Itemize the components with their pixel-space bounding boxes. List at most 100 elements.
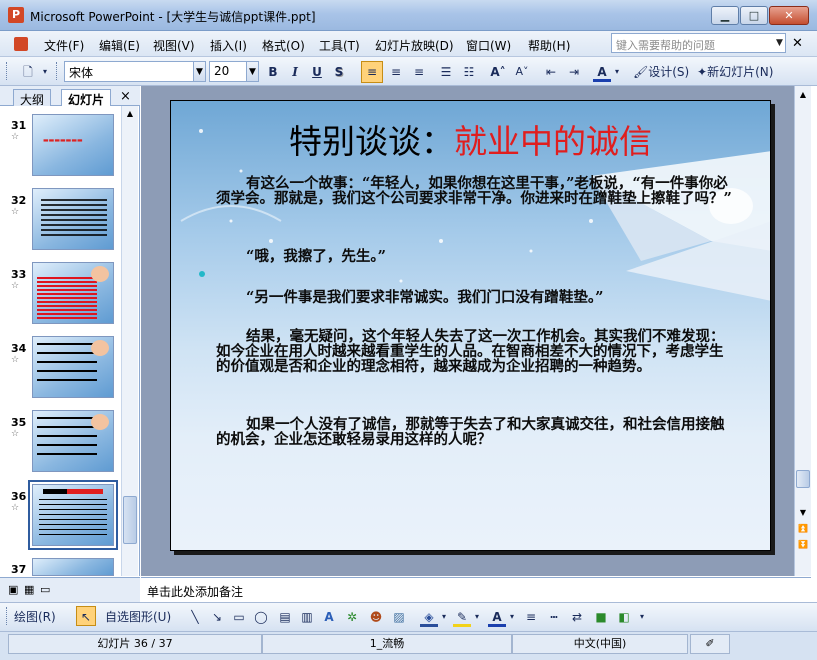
slide-paragraph[interactable]: 如果一个人没有了诚信，那就等于失去了和大家真诚交往，和社会信用接触的机会，企业怎…	[216, 417, 736, 447]
powerpoint-app-icon[interactable]: P	[8, 7, 24, 23]
menu-help[interactable]: 帮助(H)	[528, 37, 570, 54]
slide-title[interactable]: 特别谈谈：就业中的诚信	[171, 115, 770, 163]
slide-thumbnail[interactable]	[32, 188, 114, 250]
line-icon[interactable]: ╲	[186, 607, 204, 627]
slide-thumbnail-selected[interactable]	[28, 480, 118, 550]
picture-icon[interactable]: ▨	[390, 607, 408, 627]
autoshapes-button[interactable]: 自选图形(U)	[105, 607, 179, 627]
new-document-icon[interactable]: 🗋	[18, 62, 38, 82]
menu-view[interactable]: 视图(V)	[153, 37, 195, 54]
line-color-icon[interactable]: ✎	[453, 607, 471, 627]
menu-file[interactable]: 文件(F)	[44, 37, 84, 54]
font-size-combo[interactable]: 20	[209, 61, 247, 82]
thumbnail-scrollbar[interactable]: ▲	[121, 106, 138, 576]
close-button[interactable]: ✕	[769, 6, 809, 25]
diagram-icon[interactable]: ✲	[343, 607, 361, 627]
rectangle-icon[interactable]: ▭	[230, 607, 248, 627]
design-button[interactable]: 🖌设计(S)	[633, 62, 691, 82]
notes-pane[interactable]: 单击此处添加备注	[141, 577, 811, 602]
arrow-style-icon[interactable]: ⇄	[568, 607, 586, 627]
slide-sorter-view-icon[interactable]: ▦	[24, 583, 34, 596]
font-size-dropdown-icon[interactable]: ▼	[246, 61, 259, 82]
italic-button[interactable]: I	[286, 62, 304, 82]
pane-close-icon[interactable]: ×	[120, 89, 131, 104]
new-slide-button[interactable]: ✦新幻灯片(N)	[697, 62, 809, 82]
menu-edit[interactable]: 编辑(E)	[99, 37, 140, 54]
slide-thumbnail[interactable]	[32, 262, 114, 324]
bold-button[interactable]: B	[264, 62, 282, 82]
document-close-icon[interactable]: ✕	[792, 36, 803, 51]
decrease-indent-icon[interactable]: ⇤	[541, 62, 561, 82]
font-color-draw-icon[interactable]: A	[488, 607, 506, 627]
decrease-font-icon[interactable]: A˅	[512, 62, 532, 82]
line-color-dropdown-icon[interactable]: ▾	[472, 607, 482, 627]
scroll-up-icon[interactable]: ▲	[123, 106, 137, 122]
slide-background-art	[180, 129, 770, 303]
3d-style-icon[interactable]: ◧	[615, 607, 633, 627]
wordart-icon[interactable]: A	[320, 607, 338, 627]
toolbar-grip-3[interactable]	[6, 607, 12, 625]
draw-menu-button[interactable]: 绘图(R)	[14, 607, 74, 627]
tab-outline[interactable]: 大纲	[13, 89, 52, 107]
numbering-icon[interactable]: ☰	[436, 62, 456, 82]
line-style-icon[interactable]: ≡	[522, 607, 540, 627]
menu-insert[interactable]: 插入(I)	[210, 37, 247, 54]
font-name-dropdown-icon[interactable]: ▼	[193, 61, 206, 82]
underline-button[interactable]: U	[308, 62, 326, 82]
help-search-input[interactable]: 键入需要帮助的问题	[611, 33, 786, 53]
slide-thumbnail[interactable]	[32, 558, 114, 576]
minimize-button[interactable]: ▁	[711, 6, 739, 25]
slide-thumbnail[interactable]: ▬▬▬▬▬▬▬	[32, 114, 114, 176]
toolbar-grip[interactable]	[6, 62, 10, 80]
spelling-check-icon[interactable]: ✐	[690, 634, 730, 654]
previous-slide-icon[interactable]: ⏫	[796, 522, 810, 536]
menu-tools[interactable]: 工具(T)	[319, 37, 360, 54]
menu-slideshow[interactable]: 幻灯片放映(D)	[375, 37, 454, 54]
bullets-icon[interactable]: ☷	[459, 62, 479, 82]
scroll-down-icon[interactable]: ▼	[796, 506, 810, 520]
slide-paragraph[interactable]: “哦，我擦了，先生。”	[216, 249, 736, 264]
slide-thumbnail[interactable]	[32, 336, 114, 398]
dash-style-icon[interactable]: ┅	[545, 607, 563, 627]
slide-paragraph[interactable]: 结果，毫无疑问，这个年轻人失去了这一次工作机会。其实我们不难发现：如今企业在用人…	[216, 329, 736, 374]
align-center-icon[interactable]: ≡	[386, 62, 406, 82]
increase-font-icon[interactable]: A˄	[488, 62, 508, 82]
tab-slides[interactable]: 幻灯片	[61, 89, 112, 107]
textbox-icon[interactable]: ▤	[276, 607, 294, 627]
menu-window[interactable]: 窗口(W)	[466, 37, 511, 54]
font-color-icon[interactable]: A	[593, 62, 611, 82]
vertical-textbox-icon[interactable]: ▥	[298, 607, 316, 627]
document-icon[interactable]	[14, 37, 28, 51]
slide-scroll-thumb[interactable]	[796, 470, 810, 488]
menu-format[interactable]: 格式(O)	[262, 37, 305, 54]
font-color-dropdown-icon[interactable]: ▾	[612, 62, 622, 82]
fill-color-dropdown-icon[interactable]: ▾	[439, 607, 449, 627]
toolbar-grip-2[interactable]	[56, 62, 62, 80]
align-right-icon[interactable]: ≡	[409, 62, 429, 82]
increase-indent-icon[interactable]: ⇥	[564, 62, 584, 82]
maximize-button[interactable]: □	[740, 6, 768, 25]
select-objects-icon[interactable]: ↖	[76, 606, 96, 626]
font-name-combo[interactable]: 宋体	[64, 61, 194, 82]
toolbar-options-icon-2[interactable]: ▾	[637, 607, 647, 627]
current-slide[interactable]: 特别谈谈：就业中的诚信 有这么一个故事：“年轻人，如果你想在这里干事，”老板说，…	[170, 100, 771, 551]
help-dropdown-arrow-icon[interactable]: ▼	[773, 33, 786, 53]
slideshow-view-icon[interactable]: ▭	[40, 583, 50, 596]
thumbnail-scroll-thumb[interactable]	[123, 496, 137, 544]
next-slide-icon[interactable]: ⏬	[796, 538, 810, 552]
slide-scrollbar[interactable]: ▲ ▼ ⏫ ⏬	[794, 86, 811, 576]
align-left-icon[interactable]: ≡	[361, 61, 383, 83]
normal-view-icon[interactable]: ▣	[8, 583, 18, 596]
fill-color-icon[interactable]: ◈	[420, 607, 438, 627]
slide-paragraph[interactable]: 有这么一个故事：“年轻人，如果你想在这里干事，”老板说，“有一件事你必须学会。那…	[216, 176, 736, 206]
font-color-draw-dropdown-icon[interactable]: ▾	[507, 607, 517, 627]
arrow-icon[interactable]: ↘	[208, 607, 226, 627]
shadow-button[interactable]: S	[330, 62, 348, 82]
slide-thumbnail[interactable]	[32, 410, 114, 472]
scroll-up-icon[interactable]: ▲	[796, 88, 810, 102]
clipart-icon[interactable]: ☻	[367, 607, 385, 627]
shadow-style-icon[interactable]: ■	[592, 607, 610, 627]
toolbar-options-icon[interactable]: ▾	[40, 62, 50, 82]
oval-icon[interactable]: ◯	[252, 607, 270, 627]
slide-paragraph[interactable]: “另一件事是我们要求非常诚实。我们门口没有蹭鞋垫。”	[216, 290, 736, 305]
